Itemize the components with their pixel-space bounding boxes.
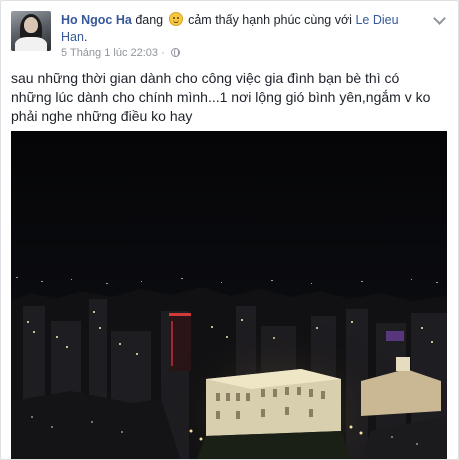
chevron-down-icon[interactable]: [431, 13, 447, 27]
tagged-suffix: .: [83, 30, 88, 44]
status-prefix: đang: [135, 13, 164, 27]
post-card: Ho Ngoc Ha đang cảm thấy hạnh phúc cùng …: [0, 0, 459, 460]
feeling-text: cảm thấy hạnh phúc cùng với: [188, 13, 352, 27]
post-timestamp[interactable]: 5 Tháng 1 lúc 22:03: [61, 47, 158, 59]
meta-separator: ·: [161, 47, 165, 59]
post-meta: 5 Tháng 1 lúc 22:03 ·: [61, 47, 180, 59]
night-city-photo[interactable]: [11, 131, 447, 459]
author-name[interactable]: Ho Ngoc Ha: [61, 13, 132, 27]
globe-icon[interactable]: [170, 48, 180, 57]
smiley-icon: [168, 12, 183, 26]
author-avatar[interactable]: [11, 11, 51, 51]
post-header: Ho Ngoc Ha đang cảm thấy hạnh phúc cùng …: [11, 11, 450, 61]
post-text: sau những thời gian dành cho công việc g…: [11, 70, 431, 124]
post-headline: Ho Ngoc Ha đang cảm thấy hạnh phúc cùng …: [61, 12, 399, 46]
